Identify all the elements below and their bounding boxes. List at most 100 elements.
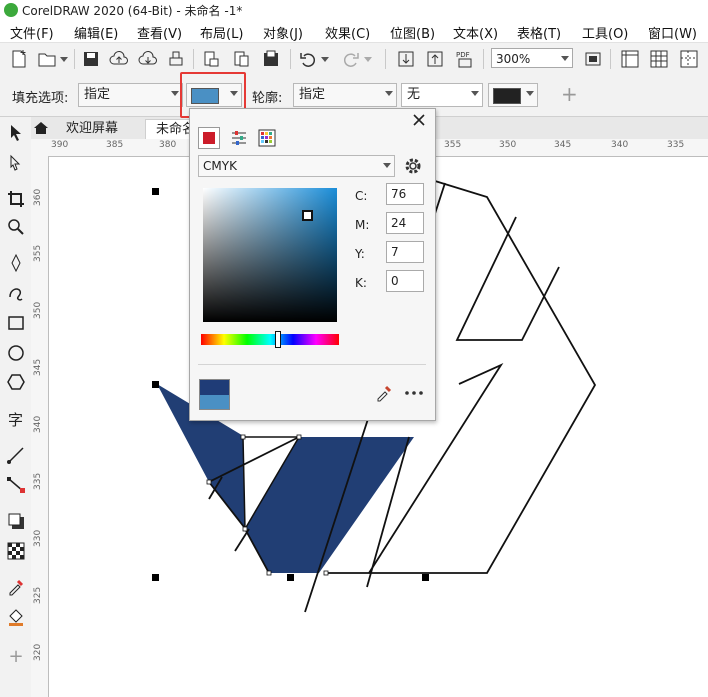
selection-handle[interactable] <box>152 188 159 195</box>
separator <box>610 49 611 69</box>
ruler-tick-label: 390 <box>51 140 69 150</box>
freehand-tool-icon[interactable] <box>6 253 26 273</box>
menu-tools[interactable]: 工具(O) <box>582 23 628 42</box>
selection-handle[interactable] <box>152 574 159 581</box>
connector-tool-icon[interactable] <box>6 475 26 495</box>
menu-window[interactable]: 窗口(W) <box>648 23 697 42</box>
undo-dropdown-icon[interactable] <box>321 57 329 62</box>
menu-table[interactable]: 表格(T) <box>517 23 561 42</box>
rectangle-tool-icon[interactable] <box>6 313 26 333</box>
cloud-upload-icon[interactable] <box>108 48 130 70</box>
text-tool-icon[interactable]: 字 <box>6 409 26 429</box>
color-area-marker[interactable] <box>302 210 313 221</box>
ruler-tick-label: 385 <box>106 140 124 150</box>
fill-mode-select[interactable]: 指定 <box>78 83 183 107</box>
outline-mode-select[interactable]: 指定 <box>293 83 397 107</box>
fill-mode-dropdown-icon[interactable] <box>171 91 179 96</box>
zoom-tool-icon[interactable] <box>6 217 26 237</box>
outline-line[interactable] <box>234 528 250 552</box>
outline-color-picker[interactable] <box>488 83 538 107</box>
zoom-level-combo[interactable]: 300% <box>491 48 573 68</box>
selection-handle[interactable] <box>422 574 429 581</box>
add-tool-button[interactable]: + <box>6 647 26 667</box>
color-sliders-icon[interactable] <box>230 129 248 147</box>
menu-object[interactable]: 对象(J) <box>263 23 303 42</box>
menu-view[interactable]: 查看(V) <box>137 23 182 42</box>
yellow-input[interactable]: 7 <box>386 241 424 263</box>
color-viewer-icon <box>203 132 215 144</box>
yellow-label: Y: <box>355 247 365 261</box>
window-title: CorelDRAW 2020 (64-Bit) - 未命名 -1* <box>22 4 243 18</box>
zoom-dropdown-icon[interactable] <box>561 56 569 61</box>
color-area[interactable] <box>203 188 337 322</box>
cyan-input[interactable]: 76 <box>386 183 424 205</box>
outline-color-swatch[interactable] <box>493 88 521 104</box>
undo-icon[interactable] <box>297 48 319 70</box>
publish-pdf-icon[interactable]: PDF <box>454 48 476 70</box>
cloud-download-icon[interactable] <box>137 48 159 70</box>
open-dropdown-icon[interactable] <box>60 57 68 62</box>
pick-tool-icon[interactable] <box>6 123 26 143</box>
menu-file[interactable]: 文件(F) <box>10 23 54 42</box>
save-icon[interactable] <box>80 48 102 70</box>
import-icon[interactable] <box>200 48 222 70</box>
export-arrow-icon[interactable] <box>424 48 446 70</box>
redo-icon[interactable] <box>340 48 362 70</box>
standard-toolbar: PDF 300% <box>0 42 708 76</box>
export-pdf-icon[interactable] <box>260 48 282 70</box>
color-model-dropdown-icon[interactable] <box>383 163 391 168</box>
close-icon[interactable] <box>412 113 426 127</box>
shape-tool-icon[interactable] <box>6 153 26 173</box>
redo-dropdown-icon[interactable] <box>364 57 372 62</box>
menu-bitmaps[interactable]: 位图(B) <box>390 23 435 42</box>
show-rulers-icon[interactable] <box>619 48 641 70</box>
print-icon[interactable] <box>165 48 187 70</box>
drop-shadow-tool-icon[interactable] <box>6 511 26 531</box>
outline-width-value: 无 <box>407 87 421 102</box>
selection-handle[interactable] <box>152 381 159 388</box>
parallel-dimension-tool-icon[interactable] <box>6 445 26 465</box>
ruler-tick-label: 325 <box>33 586 43 604</box>
more-options-icon[interactable] <box>403 387 425 399</box>
add-property-button[interactable]: + <box>561 82 578 106</box>
menu-effects[interactable]: 效果(C) <box>325 23 370 42</box>
eyedropper-icon[interactable] <box>375 384 393 402</box>
magenta-input[interactable]: 24 <box>386 212 424 234</box>
coreldraw-logo-icon <box>4 3 18 17</box>
black-input[interactable]: 0 <box>386 270 424 292</box>
show-grid-icon[interactable] <box>648 48 670 70</box>
hue-slider[interactable] <box>201 331 339 348</box>
gear-icon[interactable] <box>403 156 423 176</box>
home-icon[interactable] <box>33 120 49 136</box>
outline-width-select[interactable]: 无 <box>401 83 483 107</box>
outline-line[interactable] <box>455 216 560 341</box>
hue-slider-handle[interactable] <box>275 331 281 348</box>
outline-color-dropdown-icon[interactable] <box>526 91 534 96</box>
outline-mode-dropdown-icon[interactable] <box>385 91 393 96</box>
color-palettes-icon[interactable] <box>258 129 276 147</box>
tab-welcome-screen[interactable]: 欢迎屏幕 <box>56 119 128 139</box>
import-arrow-icon[interactable] <box>395 48 417 70</box>
transparency-tool-icon[interactable] <box>6 541 26 561</box>
ellipse-tool-icon[interactable] <box>6 343 26 363</box>
ruler-tick-label: 335 <box>667 140 685 150</box>
color-model-select[interactable]: CMYK <box>198 155 395 177</box>
selection-handle[interactable] <box>287 574 294 581</box>
open-folder-icon[interactable] <box>36 48 58 70</box>
show-guidelines-icon[interactable] <box>678 48 700 70</box>
interactive-fill-tool-icon[interactable] <box>6 607 26 627</box>
separator <box>290 49 291 69</box>
outline-width-dropdown-icon[interactable] <box>471 91 479 96</box>
eyedropper-tool-icon[interactable] <box>6 577 26 597</box>
menu-layout[interactable]: 布局(L) <box>200 23 243 42</box>
full-screen-icon[interactable] <box>582 48 604 70</box>
new-document-icon[interactable] <box>8 48 30 70</box>
export-icon[interactable] <box>230 48 252 70</box>
artistic-media-tool-icon[interactable] <box>6 283 26 303</box>
crop-tool-icon[interactable] <box>6 189 26 209</box>
color-viewers-tab[interactable] <box>198 127 220 149</box>
polygon-tool-icon[interactable] <box>6 372 26 392</box>
menu-edit[interactable]: 编辑(E) <box>74 23 118 42</box>
title-bar: CorelDRAW 2020 (64-Bit) - 未命名 -1* <box>0 0 708 20</box>
menu-text[interactable]: 文本(X) <box>453 23 498 42</box>
